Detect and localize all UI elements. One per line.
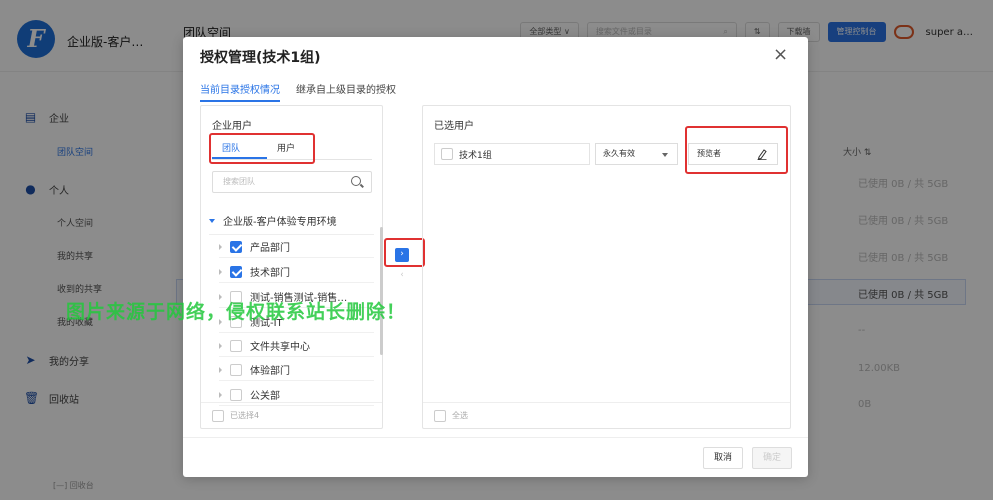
caret-right-icon[interactable]: [219, 243, 222, 250]
tree-item[interactable]: 体验部门: [219, 359, 374, 381]
team-search-input[interactable]: 搜索团队: [212, 171, 372, 193]
modal-footer: 取消 确定: [183, 437, 808, 477]
selected-count: 已选择4: [230, 411, 260, 420]
checkbox[interactable]: [441, 148, 453, 160]
tree-item[interactable]: 技术部门: [219, 261, 374, 283]
move-left-button[interactable]: ‹: [395, 269, 409, 283]
checkbox[interactable]: [230, 363, 242, 376]
confirm-button[interactable]: 确定: [752, 447, 793, 469]
highlight-box: [209, 133, 315, 164]
highlight-box: [384, 238, 425, 267]
close-icon[interactable]: ×: [773, 44, 788, 65]
cancel-button[interactable]: 取消: [703, 447, 744, 469]
tree-item[interactable]: 产品部门: [219, 236, 374, 258]
right-panel-footer: 全选: [423, 402, 790, 428]
caret-right-icon[interactable]: [219, 391, 222, 398]
search-icon: [351, 176, 361, 186]
caret-right-icon[interactable]: [219, 342, 222, 349]
panel-title: 企业用户: [212, 121, 252, 132]
panel-title: 已选用户: [434, 121, 474, 132]
tree-root-node[interactable]: 企业版-客户体验专用环境: [209, 207, 374, 235]
left-panel-footer: 已选择4: [201, 402, 382, 428]
enterprise-users-panel: 企业用户 团队 用户 搜索团队 企业版-客户体验专用环境 产品部门 技术部门 测…: [200, 105, 383, 429]
checkbox[interactable]: [230, 388, 242, 401]
checkbox[interactable]: [230, 339, 242, 352]
select-all-checkbox[interactable]: [434, 409, 446, 422]
authorization-modal: 授权管理(技术1组) × 当前目录授权情况 继承自上级目录的授权 企业用户 团队…: [183, 37, 808, 477]
caret-right-icon[interactable]: [219, 366, 222, 373]
watermark-text: 图片来源于网络，侵权联系站长删除！: [66, 301, 407, 323]
caret-right-icon[interactable]: [219, 268, 222, 275]
tab-current-authorization[interactable]: 当前目录授权情况: [200, 81, 280, 102]
chevron-down-icon: [662, 153, 668, 157]
modal-title: 授权管理(技术1组): [200, 50, 321, 66]
caret-down-icon[interactable]: [209, 218, 215, 223]
tree-item[interactable]: 文件共享中心: [219, 335, 374, 357]
tab-inherited-authorization[interactable]: 继承自上级目录的授权: [296, 81, 396, 102]
permission-duration-select[interactable]: 永久有效: [595, 143, 678, 165]
checkbox[interactable]: [230, 265, 242, 278]
modal-tabs: 当前目录授权情况 继承自上级目录的授权: [200, 81, 396, 102]
checkbox[interactable]: [230, 240, 242, 253]
tree-scrollbar[interactable]: [380, 227, 383, 355]
selected-users-panel: 已选用户 技术1组 永久有效 预览者 全选: [422, 105, 791, 429]
select-all-checkbox[interactable]: [212, 409, 224, 422]
selected-user-row[interactable]: 技术1组: [434, 143, 590, 165]
highlight-box: [685, 126, 788, 174]
